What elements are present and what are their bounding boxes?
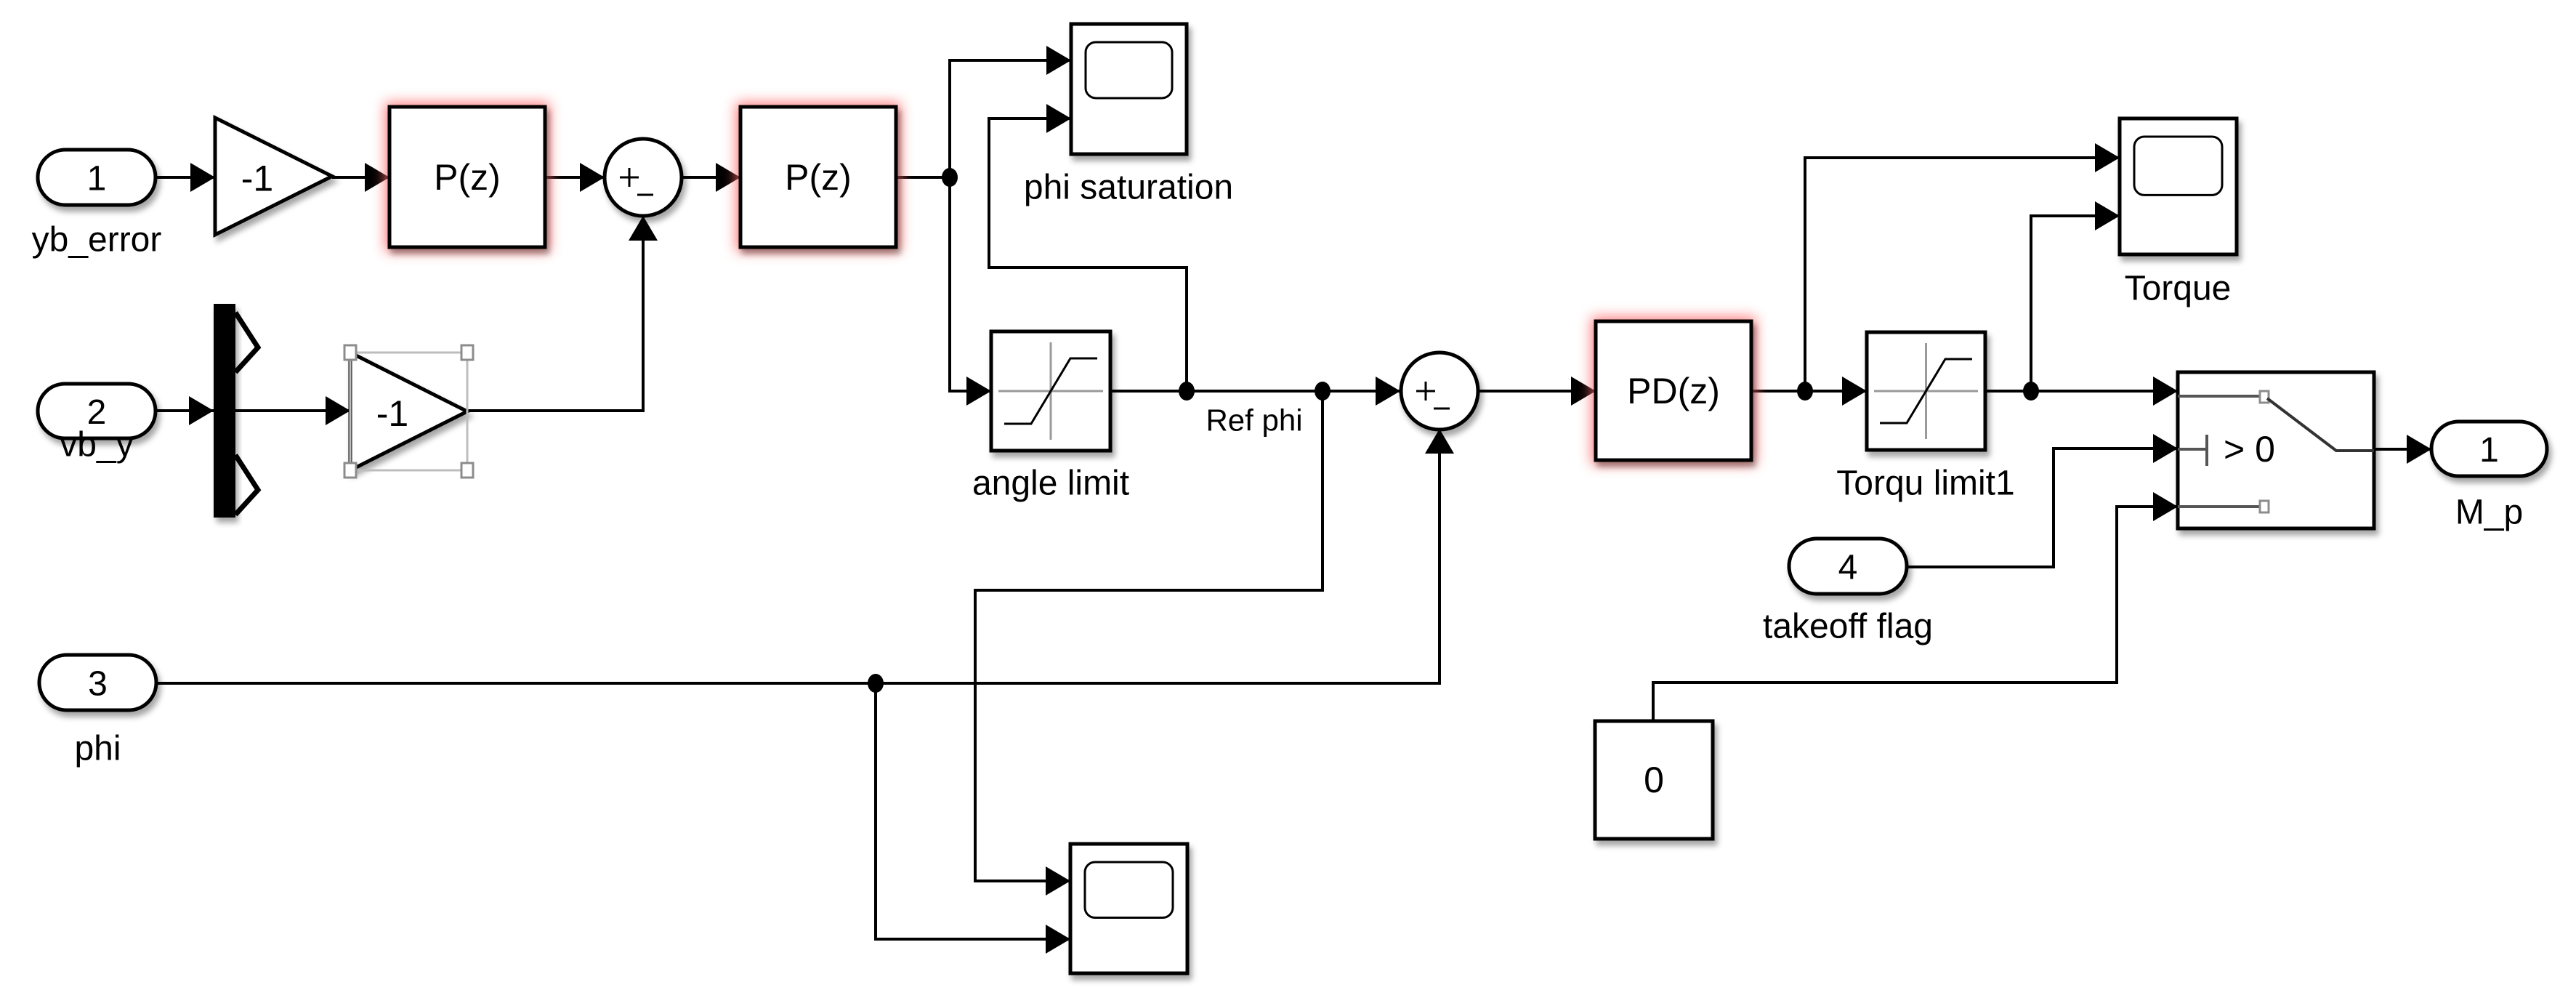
wire-refphi-to-sum2-arrowhead: [1376, 377, 1400, 406]
wire-phi-to-scope3[interactable]: [874, 683, 1070, 941]
branch-point-refphi-2: [1315, 382, 1331, 401]
sum-block-1[interactable]: [602, 137, 684, 218]
scope-torque[interactable]: [2117, 116, 2239, 257]
inport-yb-error-label: yb_error: [32, 221, 162, 259]
pz1-text: P(z): [434, 157, 501, 198]
wire-pdz-to-torque-scope-arrowhead: [2095, 143, 2120, 172]
resize-handle[interactable]: [460, 344, 475, 361]
wire-takeoff-to-switch-arrowhead: [2153, 434, 2178, 463]
scope-bottom-body[interactable]: [1068, 842, 1190, 975]
outport-m-p[interactable]: 1: [2429, 419, 2549, 478]
resize-handle[interactable]: [343, 344, 358, 361]
wire-torqulimit-to-torque-scope[interactable]: [2030, 214, 2120, 391]
switch-contact-icon: [2258, 499, 2270, 514]
branch-point-phi: [868, 674, 884, 693]
scope-phi-saturation-body[interactable]: [1069, 22, 1189, 156]
saturation-angle-limit[interactable]: [989, 329, 1113, 453]
branch-point-refphi-1: [1179, 382, 1195, 401]
sum-block-1-circle[interactable]: [602, 137, 684, 218]
wire-pdz-to-torqulimit-arrowhead: [1842, 377, 1867, 406]
inport-phi-label: phi: [74, 730, 121, 768]
wire-phi-to-sum2-arrowhead: [1425, 429, 1454, 454]
inport-takeoff-flag-label: takeoff flag: [1763, 608, 1933, 646]
block-diagram-canvas[interactable]: 12341-1-1P(z) P(z)PD(z)> 00 yb_errorvb_yp…: [0, 0, 2576, 998]
wire-switch-to-out-arrowhead: [2407, 435, 2431, 464]
sum-block-2-circle[interactable]: [1399, 350, 1480, 432]
gain-block-2-value: -1: [376, 393, 408, 434]
scope-phi-saturation[interactable]: [1069, 22, 1189, 156]
inport-yb-error-number: 1: [87, 160, 107, 198]
gain-block-2-triangle[interactable]: [348, 349, 472, 474]
demux-chevron-icon: [233, 311, 262, 374]
scope-phi-saturation-label: phi saturation: [1024, 169, 1233, 207]
inport-phi[interactable]: 3: [37, 653, 158, 712]
saturation-torqu-limit1[interactable]: [1865, 330, 1987, 452]
inport-takeoff-flag[interactable]: 4: [1787, 536, 1909, 596]
signal-label-ref-phi: Ref phi: [1206, 403, 1302, 438]
wire-refphi-to-scope3-arrowhead: [1046, 866, 1070, 896]
gain-block-1-value: -1: [241, 158, 273, 199]
branch-point-pdz: [1797, 382, 1813, 401]
outport-m-p-label: M_p: [2455, 494, 2523, 532]
blocks-layer: 12341-1-1P(z) P(z)PD(z)> 00: [36, 22, 2549, 975]
inport-yb-error[interactable]: 1: [36, 148, 158, 207]
transfer-block-pdz[interactable]: PD(z): [1591, 317, 1756, 464]
scope-torque-label: Torque: [2125, 270, 2232, 308]
pdz-text: PD(z): [1627, 371, 1720, 411]
wire-const-to-switch-arrowhead: [2153, 492, 2178, 521]
outport-m-p-number: 1: [2479, 431, 2499, 470]
wire-demux-to-gain2-arrowhead: [326, 396, 350, 425]
transfer-block-pz1[interactable]: P(z): [385, 102, 549, 251]
demux-bar[interactable]: [214, 304, 235, 518]
wire-pz2-to-anglelimit-arrowhead: [966, 377, 991, 406]
demux-chevron-icon: [233, 454, 262, 517]
wire-in1-to-gain1-arrowhead: [190, 163, 215, 192]
saturation-angle-limit-label: angle limit: [972, 464, 1129, 503]
inport-takeoff-flag-number: 4: [1838, 549, 1858, 587]
wire-refphi-to-scope1-arrowhead: [1046, 104, 1071, 133]
constant-block[interactable]: 0: [1593, 719, 1715, 841]
branch-point-torqulimit: [2023, 382, 2039, 401]
saturation-torqu-limit1-label: Torqu limit1: [1836, 464, 2014, 503]
constant-value: 0: [1644, 760, 1664, 800]
switch-block[interactable]: > 0: [2176, 370, 2376, 531]
branch-point-pz2: [942, 168, 958, 187]
wire-gain2-to-sum1-arrowhead: [629, 216, 658, 241]
inport-phi-number: 3: [88, 665, 108, 704]
inport-vb-y-label: vb_y: [60, 426, 133, 464]
pz2-text: P(z): [785, 157, 852, 198]
resize-handle[interactable]: [343, 462, 358, 479]
gain-block-1[interactable]: -1: [213, 114, 336, 238]
scope-bottom[interactable]: [1068, 842, 1190, 975]
wire-phi-to-scope3-arrowhead: [1046, 925, 1070, 954]
wire-in2-to-demux-arrowhead: [189, 396, 214, 425]
labels-layer: yb_error vb_yphi takeoff flag M_p phi satura…: [32, 169, 2524, 768]
gain-block-2[interactable]: -1: [343, 344, 475, 479]
wire-torqulimit-to-torque-scope-arrowhead: [2095, 201, 2120, 230]
resize-handle[interactable]: [460, 462, 475, 479]
gain-block-1-triangle[interactable]: [213, 114, 336, 238]
sum-block-2[interactable]: [1399, 350, 1480, 432]
wire-pz2-to-anglelimit[interactable]: [948, 177, 991, 393]
switch-criterion-text: > 0: [2224, 429, 2275, 470]
switch-contact-icon: [2258, 390, 2270, 404]
wire-pz2-to-scope1-arrowhead: [1046, 46, 1071, 75]
transfer-block-pz2[interactable]: P(z): [736, 102, 900, 251]
wire-pz1-to-sum1-arrowhead: [580, 163, 605, 192]
wire-torqulimit-to-switch-arrowhead: [2153, 377, 2178, 406]
